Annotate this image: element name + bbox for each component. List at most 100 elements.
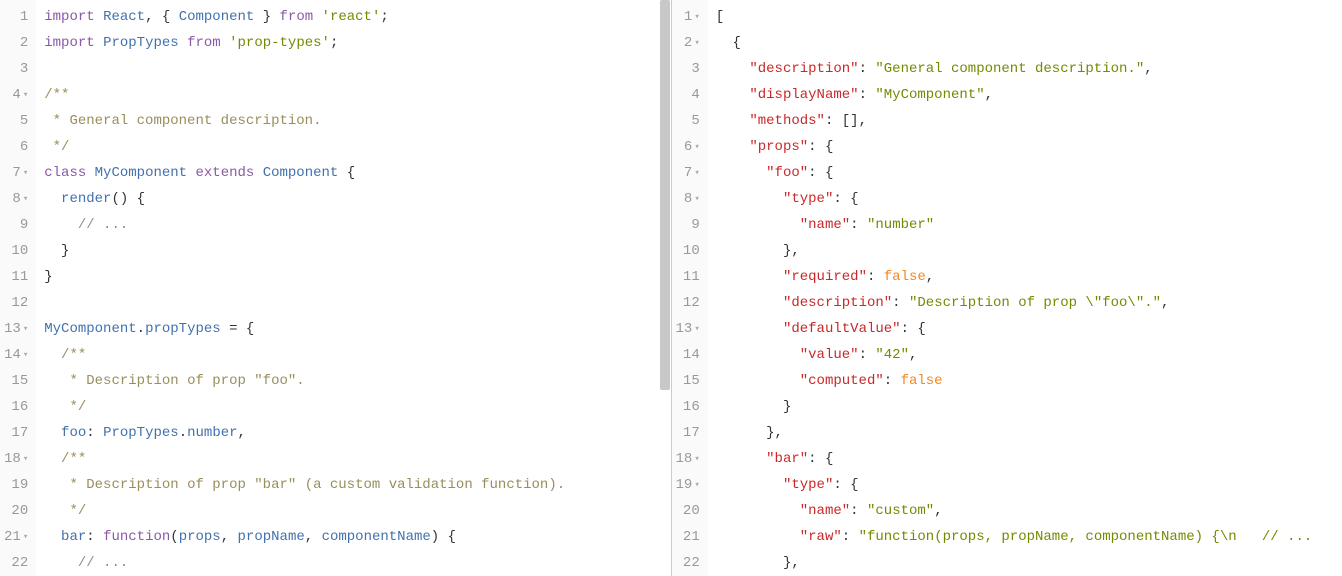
token-kw: from [280,9,314,25]
code-line[interactable]: "name": "custom", [716,498,1334,524]
code-line[interactable]: * Description of prop "bar" (a custom va… [44,472,662,498]
code-line[interactable]: "value": "42", [716,342,1334,368]
code-line[interactable]: * Description of prop "foo". [44,368,662,394]
code-line[interactable]: bar: function(props, propName, component… [44,524,662,550]
code-line[interactable]: import React, { Component } from 'react'… [44,4,662,30]
token-pn: { [338,165,355,181]
code-line[interactable]: "bar": { [716,446,1334,472]
code-line[interactable]: }, [716,550,1334,576]
code-line[interactable] [44,290,662,316]
token-var: bar [61,529,86,545]
code-line[interactable]: "foo": { [716,160,1334,186]
token-str: 'prop-types' [229,35,330,51]
left-gutter: 12345678910111213141516171819202122 [0,0,36,576]
token-pn: ; [380,9,388,25]
code-line[interactable]: "displayName": "MyComponent", [716,82,1334,108]
line-number: 18 [676,446,700,472]
code-line[interactable]: // ... [44,550,662,576]
token-var: Component [263,165,339,181]
token-pn: { [716,35,741,51]
code-line[interactable]: } [44,238,662,264]
code-line[interactable]: */ [44,134,662,160]
code-line[interactable]: foo: PropTypes.number, [44,420,662,446]
line-number: 22 [4,550,28,576]
token-prop: "displayName" [749,87,858,103]
left-scrollbar[interactable] [660,0,670,576]
token-pn [313,9,321,25]
code-line[interactable]: "raw": "function(props, propName, compon… [716,524,1334,550]
token-pn [44,503,69,519]
line-number: 19 [676,472,700,498]
token-pn: : { [808,165,833,181]
token-prop: "methods" [749,113,825,129]
token-pn [44,529,61,545]
token-pn [716,373,800,389]
left-editor-pane[interactable]: 12345678910111213141516171819202122 impo… [0,0,672,576]
code-line[interactable]: }, [716,238,1334,264]
code-line[interactable]: } [716,394,1334,420]
code-line[interactable]: /** [44,342,662,368]
code-line[interactable]: "props": { [716,134,1334,160]
code-line[interactable]: "description": "Description of prop \"fo… [716,290,1334,316]
code-line[interactable]: { [716,30,1334,56]
code-line[interactable]: "methods": [], [716,108,1334,134]
left-scrollbar-thumb[interactable] [660,0,670,390]
token-pn: : [850,503,867,519]
code-line[interactable]: import PropTypes from 'prop-types'; [44,30,662,56]
code-line[interactable]: [ [716,4,1334,30]
code-line[interactable]: class MyComponent extends Component { [44,160,662,186]
token-pn: , [909,347,917,363]
code-line[interactable]: }, [716,420,1334,446]
code-line[interactable]: // ... [44,212,662,238]
code-line[interactable]: "required": false, [716,264,1334,290]
token-pn: : [842,529,859,545]
code-line[interactable]: /** [44,446,662,472]
code-line[interactable]: render() { [44,186,662,212]
token-docc: /** [61,347,86,363]
line-number: 2 [676,30,700,56]
token-bool: false [884,269,926,285]
line-number: 11 [676,264,700,290]
line-number: 5 [676,108,700,134]
token-pn: : { [833,191,858,207]
token-docc: */ [44,139,69,155]
token-pn: , [221,529,238,545]
token-prop: "name" [800,217,850,233]
token-pn [44,217,78,233]
line-number: 10 [4,238,28,264]
code-line[interactable]: */ [44,394,662,420]
token-docc: * Description of prop "bar" (a custom va… [69,477,565,493]
token-str: "Description of prop \"foo\"." [909,295,1161,311]
code-line[interactable]: "type": { [716,186,1334,212]
token-pn: ; [330,35,338,51]
token-pn [716,269,783,285]
left-code-area[interactable]: import React, { Component } from 'react'… [36,0,670,576]
right-code-area[interactable]: [ { "description": "General component de… [708,0,1342,576]
code-line[interactable] [44,56,662,82]
token-pn [716,61,750,77]
token-pn [44,451,61,467]
token-pn: : [867,269,884,285]
token-pn [44,425,61,441]
line-number: 18 [4,446,28,472]
code-line[interactable]: */ [44,498,662,524]
token-prop: "defaultValue" [783,321,901,337]
token-kw: from [187,35,221,51]
code-line[interactable]: "defaultValue": { [716,316,1334,342]
token-pn: } [44,269,52,285]
token-pn [95,9,103,25]
code-line[interactable]: /** [44,82,662,108]
token-pn [716,139,750,155]
code-line[interactable]: "name": "number" [716,212,1334,238]
token-pn: : { [833,477,858,493]
code-line[interactable]: "computed": false [716,368,1334,394]
code-line[interactable]: "description": "General component descri… [716,56,1334,82]
code-line[interactable]: * General component description. [44,108,662,134]
code-line[interactable]: MyComponent.propTypes = { [44,316,662,342]
token-docc: * General component description. [44,113,321,129]
token-pn [86,165,94,181]
code-line[interactable]: } [44,264,662,290]
code-line[interactable]: "type": { [716,472,1334,498]
token-prop: "name" [800,503,850,519]
right-editor-pane[interactable]: 12345678910111213141516171819202122 [ { … [672,0,1342,576]
